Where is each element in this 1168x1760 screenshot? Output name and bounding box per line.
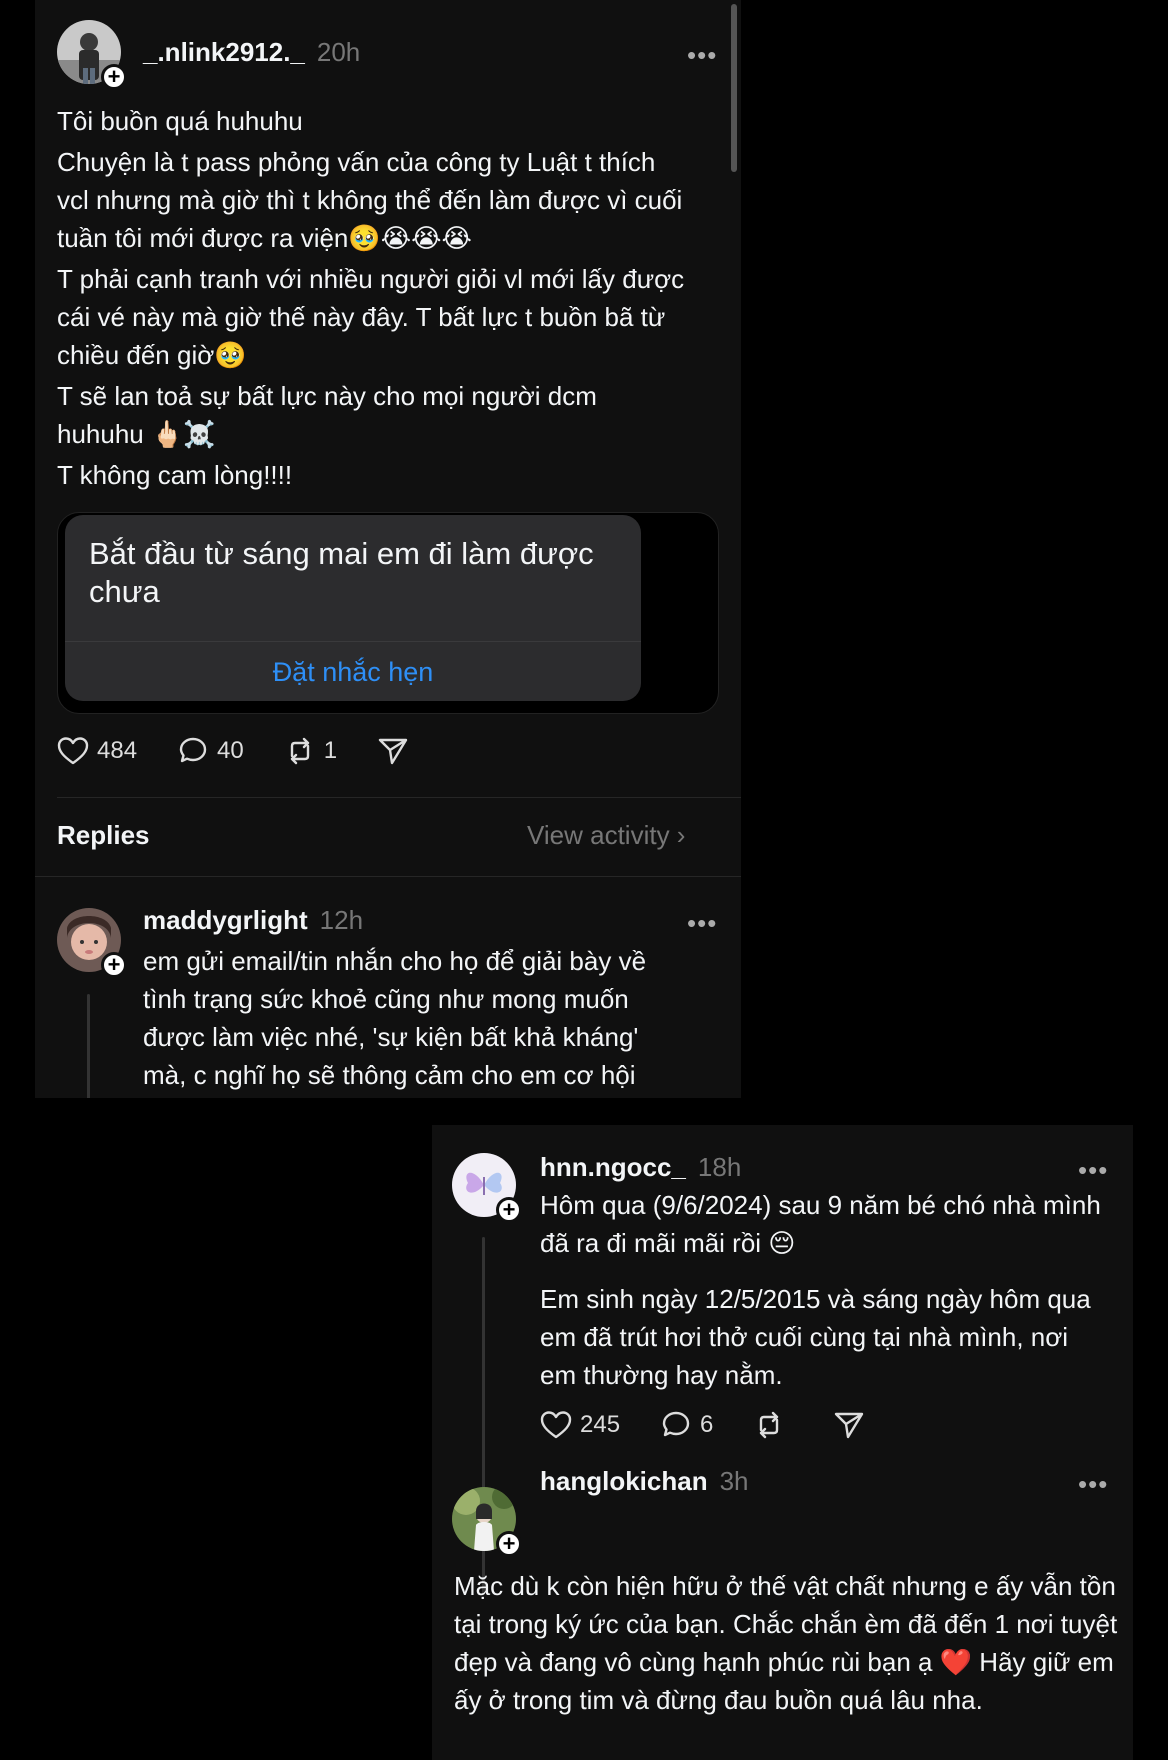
comment-count: 40 — [217, 737, 244, 764]
reply-time: 12h — [319, 905, 364, 935]
reply-time: 3h — [719, 1466, 749, 1496]
repost-icon — [760, 1411, 779, 1439]
follow-plus-icon[interactable]: + — [101, 952, 127, 978]
reply-handle[interactable]: maddygrlight 12h — [143, 905, 363, 936]
heart-icon — [57, 737, 89, 765]
reminder-card: Bắt đầu từ sáng mai em đi làm được chưa … — [65, 515, 641, 701]
scrollbar[interactable] — [731, 4, 737, 172]
post-paragraph: Chuyện là t pass phỏng vấn của công ty L… — [57, 147, 683, 253]
post-panel: + hnn.ngocc_ 18h ••• Hôm qua (9/6/2024) s… — [432, 1125, 1133, 1760]
like-button[interactable]: 484 — [57, 736, 137, 766]
repost-button[interactable] — [753, 1410, 793, 1440]
divider — [35, 876, 741, 877]
replies-label: Replies — [57, 820, 150, 850]
more-icon[interactable]: ••• — [1078, 1471, 1108, 1497]
divider — [57, 797, 741, 798]
author-handle[interactable]: _.nlink2912._ 20h — [143, 37, 360, 68]
share-button[interactable] — [833, 1410, 873, 1440]
follow-plus-icon[interactable]: + — [496, 1197, 522, 1223]
author-handle[interactable]: hnn.ngocc_ 18h — [540, 1152, 741, 1183]
post-body: Hôm qua (9/6/2024) sau 9 năm bé chó nhà … — [540, 1186, 1110, 1394]
post-paragraph: Hôm qua (9/6/2024) sau 9 năm bé chó nhà … — [540, 1190, 1101, 1258]
set-reminder-button[interactable]: Đặt nhắc hẹn — [65, 643, 641, 701]
post-paragraph: T sẽ lan toả sự bất lực này cho mọi ngườ… — [57, 381, 597, 449]
author-avatar[interactable]: + — [452, 1153, 522, 1223]
share-icon — [378, 738, 408, 765]
heart-icon — [540, 1411, 572, 1439]
share-icon — [835, 1412, 864, 1439]
reply-handle[interactable]: hanglokichan 3h — [540, 1466, 749, 1497]
reply-avatar[interactable]: + — [57, 908, 127, 978]
reply-body: Mặc dù k còn hiện hữu ở thế vật chất như… — [454, 1571, 1118, 1715]
author-username[interactable]: hnn.ngocc_ — [540, 1152, 686, 1182]
post-body: Tôi buồn quá huhuhu Chuyện là t pass phỏ… — [57, 102, 687, 494]
post-actions: 245 6 — [540, 1410, 913, 1440]
view-activity-link[interactable]: View activity › — [527, 820, 685, 851]
comment-icon — [662, 1411, 690, 1437]
like-count: 245 — [580, 1411, 621, 1438]
follow-plus-icon[interactable]: + — [101, 64, 127, 90]
author-avatar[interactable]: + — [57, 20, 127, 90]
more-icon[interactable]: ••• — [687, 910, 717, 936]
more-icon[interactable]: ••• — [687, 42, 717, 68]
post-paragraph: Em sinh ngày 12/5/2015 và sáng ngày hôm … — [540, 1284, 1091, 1390]
thread-line — [87, 994, 90, 1098]
follow-plus-icon[interactable]: + — [496, 1531, 522, 1557]
share-button[interactable] — [377, 736, 417, 766]
post-time: 20h — [316, 37, 361, 67]
repost-icon — [290, 737, 309, 765]
post-time: 18h — [697, 1152, 742, 1182]
repost-count: 1 — [323, 737, 338, 764]
reply-body: em gửi email/tin nhắn cho họ để giải bày… — [143, 946, 647, 1090]
post-paragraph: Tôi buồn quá huhuhu — [57, 106, 303, 136]
reply-username[interactable]: hanglokichan — [540, 1466, 708, 1496]
comment-icon — [179, 737, 207, 763]
author-username[interactable]: _.nlink2912._ — [143, 37, 305, 67]
post-paragraph: T phải cạnh tranh với nhiều người giỏi v… — [57, 264, 685, 370]
more-icon[interactable]: ••• — [1078, 1157, 1108, 1183]
comment-button[interactable]: 40 — [177, 736, 244, 766]
post-panel: + _.nlink2912._ 20h ••• Tôi buồn quá huhu… — [35, 0, 741, 1098]
comment-button[interactable]: 6 — [660, 1410, 713, 1440]
post-paragraph: T không cam lòng!!!! — [57, 460, 293, 490]
post-actions: 484 40 1 — [57, 736, 457, 766]
comment-count: 6 — [700, 1411, 714, 1438]
reply-avatar[interactable]: + — [452, 1487, 522, 1557]
reminder-title: Bắt đầu từ sáng mai em đi làm được chưa — [89, 536, 594, 609]
repost-button[interactable]: 1 — [284, 736, 337, 766]
like-count: 484 — [97, 737, 138, 764]
reminder-divider — [65, 641, 641, 642]
like-button[interactable]: 245 — [540, 1410, 620, 1440]
reply-username[interactable]: maddygrlight — [143, 905, 308, 935]
